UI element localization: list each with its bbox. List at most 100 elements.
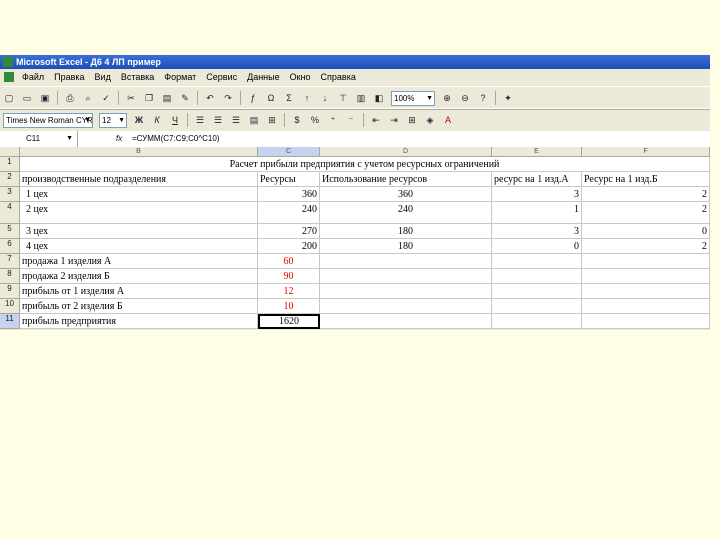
new-file-icon[interactable]: ▢ (2, 91, 16, 105)
row-header[interactable]: 4 (0, 202, 20, 224)
cell-c6[interactable]: 200 (258, 239, 320, 254)
cell-b2[interactable]: производственные подразделения (20, 172, 258, 187)
cell-d6[interactable]: 180 (320, 239, 492, 254)
menu-data[interactable]: Данные (247, 69, 280, 86)
filter-icon[interactable]: ⊤ (336, 91, 350, 105)
menu-file[interactable]: Файл (22, 69, 44, 86)
cell-c3[interactable]: 360 (258, 187, 320, 202)
cell-d4[interactable]: 240 (320, 202, 492, 224)
cell-f7[interactable] (582, 254, 710, 269)
sheet-title-cell[interactable]: Расчет прибыли предприятия с учетом ресу… (20, 157, 710, 172)
print-preview-icon[interactable]: ⌕ (81, 91, 95, 105)
menu-insert[interactable]: Вставка (121, 69, 154, 86)
cell-c7[interactable]: 60 (258, 254, 320, 269)
cell-e3[interactable]: 3 (492, 187, 582, 202)
cell-c2[interactable]: Ресурсы (258, 172, 320, 187)
row-header[interactable]: 1 (0, 157, 20, 172)
formula-input[interactable]: =СУММ(C7:C9;C0^C10) (132, 131, 219, 147)
zoom-in-icon[interactable]: ⊕ (440, 91, 454, 105)
increase-decimal-icon[interactable]: ⁺ (326, 113, 340, 127)
fill-color-icon[interactable]: ◈ (423, 113, 437, 127)
cell-f8[interactable] (582, 269, 710, 284)
menu-window[interactable]: Окно (290, 69, 311, 86)
cell-b11[interactable]: прибыль предприятия (20, 314, 258, 329)
row-header[interactable]: 10 (0, 299, 20, 314)
borders-icon[interactable]: ⊞ (405, 113, 419, 127)
sort-desc-icon[interactable]: ↓ (318, 91, 332, 105)
row-header[interactable]: 9 (0, 284, 20, 299)
redo-icon[interactable]: ↷ (221, 91, 235, 105)
drawing-icon[interactable]: ◧ (372, 91, 386, 105)
cell-b3[interactable]: 1 цех (20, 187, 258, 202)
menu-tools[interactable]: Сервис (206, 69, 237, 86)
autosum-icon[interactable]: Σ (282, 91, 296, 105)
spelling-icon[interactable]: ✓ (99, 91, 113, 105)
cut-icon[interactable]: ✂ (124, 91, 138, 105)
function-icon[interactable]: ƒ (246, 91, 260, 105)
decrease-indent-icon[interactable]: ⇤ (369, 113, 383, 127)
cell-e5[interactable]: 3 (492, 224, 582, 239)
cell-e4[interactable]: 1 (492, 202, 582, 224)
row-header[interactable]: 8 (0, 269, 20, 284)
cell-d10[interactable] (320, 299, 492, 314)
cell-d9[interactable] (320, 284, 492, 299)
cell-b7[interactable]: продажа 1 изделия А (20, 254, 258, 269)
fx-icon[interactable]: fx (116, 131, 130, 147)
format-painter-icon[interactable]: ✎ (178, 91, 192, 105)
bold-icon[interactable]: Ж (132, 113, 146, 127)
cell-b10[interactable]: прибыль от 2 изделия Б (20, 299, 258, 314)
justify-icon[interactable]: ▤ (247, 113, 261, 127)
increase-indent-icon[interactable]: ⇥ (387, 113, 401, 127)
menu-edit[interactable]: Правка (54, 69, 84, 86)
cell-f5[interactable]: 0 (582, 224, 710, 239)
font-name-select[interactable]: Times New Roman CYR ▼ (3, 112, 93, 128)
cell-d3[interactable]: 360 (320, 187, 492, 202)
cell-d8[interactable] (320, 269, 492, 284)
row-header[interactable]: 6 (0, 239, 20, 254)
cell-f11[interactable] (582, 314, 710, 329)
column-header-c[interactable]: C (258, 147, 320, 157)
cell-d2[interactable]: Использование ресурсов (320, 172, 492, 187)
cell-b5[interactable]: 3 цех (20, 224, 258, 239)
cell-e6[interactable]: 0 (492, 239, 582, 254)
cell-b6[interactable]: 4 цех (20, 239, 258, 254)
cell-b8[interactable]: продажа 2 изделия Б (20, 269, 258, 284)
help-icon[interactable]: ? (476, 91, 490, 105)
cell-d5[interactable]: 180 (320, 224, 492, 239)
align-left-icon[interactable]: ☰ (193, 113, 207, 127)
undo-icon[interactable]: ↶ (203, 91, 217, 105)
cell-c9[interactable]: 12 (258, 284, 320, 299)
column-header-d[interactable]: D (320, 147, 492, 157)
cell-f2[interactable]: Ресурс на 1 изд.Б (582, 172, 710, 187)
menu-format[interactable]: Формат (164, 69, 196, 86)
row-header[interactable]: 11 (0, 314, 20, 329)
column-header-e[interactable]: E (492, 147, 582, 157)
cell-e2[interactable]: ресурс на 1 изд.А (492, 172, 582, 187)
cell-f3[interactable]: 2 (582, 187, 710, 202)
cell-c4[interactable]: 240 (258, 202, 320, 224)
underline-icon[interactable]: Ч (168, 113, 182, 127)
align-right-icon[interactable]: ☰ (229, 113, 243, 127)
percent-icon[interactable]: % (308, 113, 322, 127)
paste-icon[interactable]: ▤ (160, 91, 174, 105)
column-header-f[interactable]: F (582, 147, 710, 157)
select-all-corner[interactable] (0, 147, 20, 157)
workbook-icon[interactable] (4, 72, 14, 82)
omega-icon[interactable]: Ω (264, 91, 278, 105)
active-cell-c11[interactable]: 1620 (258, 314, 320, 329)
cell-e8[interactable] (492, 269, 582, 284)
cell-e7[interactable] (492, 254, 582, 269)
cell-f10[interactable] (582, 299, 710, 314)
menu-view[interactable]: Вид (95, 69, 111, 86)
row-header[interactable]: 3 (0, 187, 20, 202)
menu-help[interactable]: Справка (321, 69, 356, 86)
merge-center-icon[interactable]: ⊞ (265, 113, 279, 127)
print-icon[interactable]: ⎙ (63, 91, 77, 105)
cell-f6[interactable]: 2 (582, 239, 710, 254)
cell-b4[interactable]: 2 цех (20, 202, 258, 224)
name-box[interactable]: C11 ▼ (0, 131, 78, 147)
align-center-icon[interactable]: ☰ (211, 113, 225, 127)
cell-f4[interactable]: 2 (582, 202, 710, 224)
sort-asc-icon[interactable]: ↑ (300, 91, 314, 105)
cell-d11[interactable] (320, 314, 492, 329)
